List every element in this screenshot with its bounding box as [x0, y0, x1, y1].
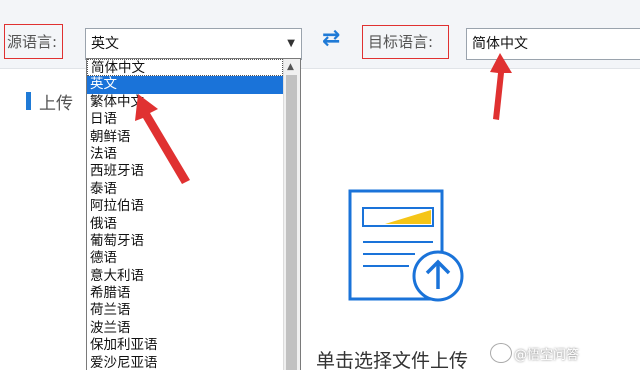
annotation-arrows [135, 53, 512, 184]
